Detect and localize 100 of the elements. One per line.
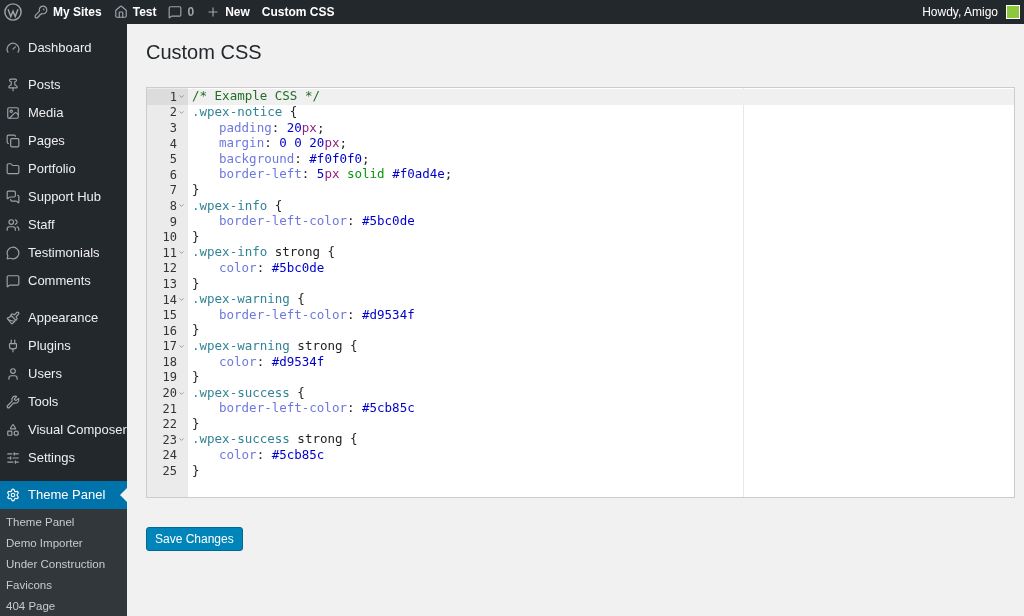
code-editor[interactable] [146, 87, 1015, 498]
code-line: } [191, 322, 201, 339]
code-line: color: #5bc0de [218, 260, 326, 277]
line-number: 14 [162, 291, 177, 309]
code-line: border-left-color: #5bc0de [218, 213, 416, 230]
admin-bar-link[interactable]: Custom CSS [261, 3, 335, 21]
user-icon [6, 367, 20, 381]
home-icon [113, 5, 128, 19]
line-number: 3 [169, 120, 177, 137]
code-line: padding: 20px; [218, 120, 326, 136]
sidebar-item[interactable]: Appearance [0, 304, 127, 332]
line-number: 21 [162, 400, 177, 418]
media-icon [6, 106, 20, 120]
plug-icon [6, 339, 20, 353]
code-line: margin: 0 0 20px; [218, 135, 348, 152]
line-number: 9 [169, 213, 177, 231]
greeting[interactable]: Howdy, Amigo [922, 3, 998, 21]
code-line: .wpex-info strong { [191, 244, 336, 261]
sidebar-item[interactable]: Dashboard [0, 34, 127, 62]
line-number: 2 [169, 104, 177, 122]
settings-icon [6, 488, 20, 502]
submenu-item[interactable]: Under Construction [0, 554, 127, 575]
line-number: 11 [162, 244, 177, 262]
code-line: border-left: 5px solid #f0ad4e; [218, 166, 454, 183]
comment-icon [168, 5, 183, 19]
sidebar-item[interactable]: Tools [0, 388, 127, 416]
line-number: 25 [162, 463, 177, 481]
line-number: 4 [169, 135, 177, 153]
code-line: .wpex-success { [191, 385, 306, 401]
line-number: 7 [169, 182, 177, 200]
submenu-item[interactable]: Demo Importer [0, 533, 127, 554]
line-number: 23 [162, 431, 177, 449]
code-line: color: #5cb85c [218, 447, 326, 464]
brush-icon [6, 311, 20, 325]
sidebar-item[interactable]: Portfolio [0, 155, 127, 183]
admin-bar-link[interactable]: My Sites [34, 3, 102, 21]
line-number: 5 [169, 151, 177, 169]
sliders-icon [6, 451, 20, 465]
sidebar-item[interactable]: Comments [0, 267, 127, 295]
line-number: 8 [169, 197, 177, 215]
people-icon [6, 218, 20, 232]
sidebar-item[interactable]: Staff [0, 211, 127, 239]
submenu-item[interactable]: Theme Panel [0, 512, 127, 533]
code-line: } [191, 463, 201, 479]
sidebar-item[interactable]: Support Hub [0, 183, 127, 211]
line-number: 16 [162, 322, 177, 340]
current-menu-pointer [120, 488, 127, 502]
code-line: color: #d9534f [218, 354, 326, 370]
line-number: 6 [169, 166, 177, 184]
sidebar-item[interactable]: Testimonials [0, 239, 127, 267]
wordpress-logo-icon[interactable] [4, 3, 22, 21]
line-number: 19 [162, 369, 177, 387]
code-line: .wpex-success strong { [191, 432, 359, 448]
admin-bar-link[interactable]: New [206, 3, 250, 21]
plus-icon [206, 5, 221, 19]
code-line: } [191, 416, 201, 433]
wrench-icon [6, 395, 20, 409]
line-number: 1 [169, 88, 177, 106]
line-number: 15 [162, 307, 177, 325]
comment-icon [6, 274, 20, 288]
code-line: border-left-color: #5cb85c [218, 400, 416, 417]
folder-icon [6, 162, 20, 176]
save-changes-button[interactable]: Save Changes [146, 527, 243, 551]
admin-bar-link[interactable]: Test [113, 3, 157, 21]
code-line: } [191, 182, 201, 199]
line-number: 17 [162, 338, 177, 356]
code-line: .wpex-info { [191, 198, 284, 214]
line-number: 20 [162, 385, 177, 403]
line-number: 22 [162, 416, 177, 434]
code-line: background: #f0f0f0; [218, 151, 371, 167]
speech-bubble-icon [6, 246, 20, 260]
sidebar-item[interactable]: Settings [0, 444, 127, 472]
code-line: } [191, 229, 201, 245]
line-number: 13 [162, 275, 177, 293]
submenu-item[interactable]: Favicons [0, 575, 127, 596]
code-line: .wpex-notice { [191, 104, 299, 121]
sidebar-item[interactable]: Users [0, 360, 127, 388]
chat-bubbles-icon [6, 190, 20, 204]
code-line: .wpex-warning strong { [191, 338, 359, 355]
sidebar-item[interactable]: Posts [0, 71, 127, 99]
code-line: } [191, 369, 201, 386]
line-number: 24 [162, 447, 177, 465]
avatar-placeholder [1006, 5, 1020, 19]
page-title: Custom CSS [146, 40, 263, 65]
admin-bar-link[interactable]: 0 [168, 3, 195, 21]
sidebar-item[interactable]: Visual Composer [0, 416, 127, 444]
sidebar-item[interactable]: Plugins [0, 332, 127, 360]
sidebar-item[interactable]: Pages [0, 127, 127, 155]
code-line: border-left-color: #d9534f [218, 307, 416, 323]
shapes-icon [6, 423, 20, 437]
code-line: } [191, 276, 201, 292]
submenu-item[interactable]: 404 Page [0, 596, 127, 616]
line-number: 12 [162, 260, 177, 278]
code-line: .wpex-warning { [191, 291, 306, 308]
sidebar-item[interactable]: Theme Panel [0, 481, 127, 509]
line-number: 18 [162, 353, 177, 371]
pin-icon [6, 78, 20, 92]
sidebar-item[interactable]: Media [0, 99, 127, 127]
gauge-icon [6, 41, 20, 55]
key-icon [34, 5, 48, 19]
